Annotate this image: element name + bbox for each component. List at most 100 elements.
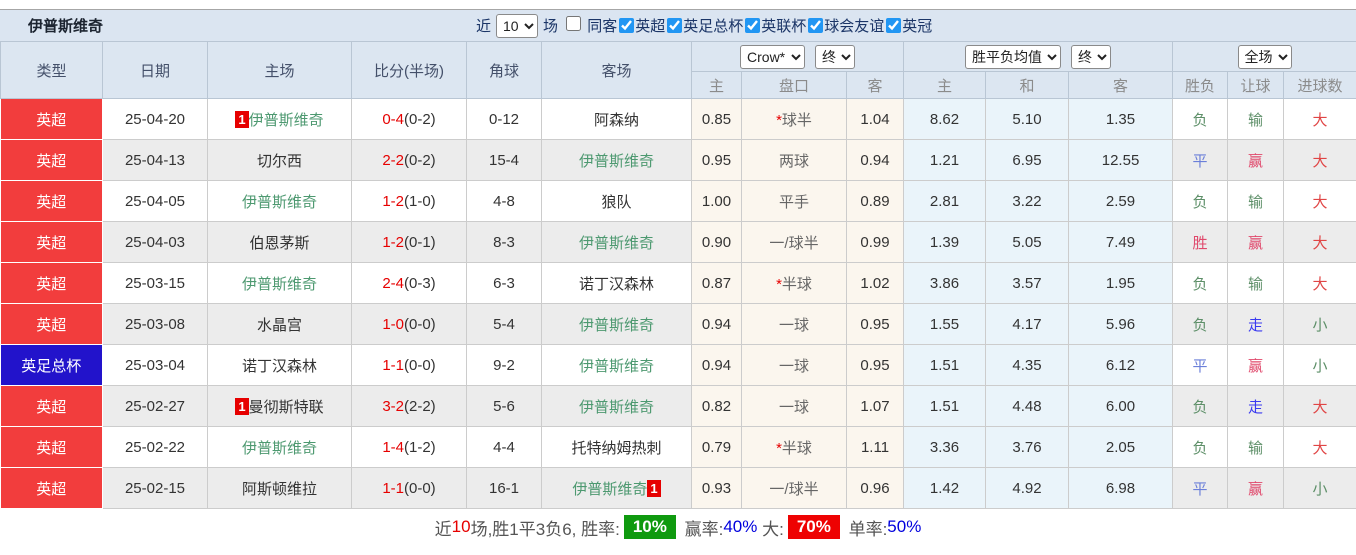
games-label: 场 (543, 15, 558, 36)
cell-handicap: *球半 (742, 99, 847, 140)
same-opponent-checkbox[interactable] (566, 16, 581, 31)
cell-result-handicap: 赢 (1228, 140, 1284, 181)
odds-time-select[interactable]: 终 (815, 45, 855, 69)
cell-odds-away: 0.95 (847, 304, 904, 345)
cell-result-handicap: 输 (1228, 427, 1284, 468)
team-name-text: 伊普斯维奇 (579, 399, 654, 416)
league-filter-1[interactable]: 英足总杯 (665, 15, 743, 36)
cell-result-handicap: 输 (1228, 99, 1284, 140)
odds-company-select[interactable]: Crow* (740, 45, 805, 69)
league-filter-4[interactable]: 英冠 (884, 15, 932, 36)
team-name-text: 伊普斯维奇 (579, 153, 654, 170)
league-filter-checkbox[interactable] (808, 18, 823, 33)
cell-corner: 15-4 (467, 140, 542, 181)
summary-segment: 10% (624, 515, 676, 539)
team-name-text: 诺丁汉森林 (579, 276, 654, 293)
recent-label: 近 (476, 15, 491, 36)
league-filter-checkbox[interactable] (619, 18, 634, 33)
halftime-score: (0-2) (404, 152, 436, 169)
league-filter-2[interactable]: 英联杯 (743, 15, 806, 36)
league-filter-checkbox[interactable] (667, 18, 682, 33)
recent-count-select[interactable]: 10 (496, 14, 538, 38)
team-name-text: 伊普斯维奇 (579, 317, 654, 334)
sub-header-handicap-result: 让球 (1228, 72, 1284, 99)
avg-group-header: 胜平负均值 终 (904, 42, 1173, 72)
same-opponent-filter[interactable]: 同客 (558, 15, 617, 36)
cell-home-team: 水晶宫 (208, 304, 352, 345)
team-name-text: 伊普斯维奇 (579, 358, 654, 375)
cell-avg-win: 1.21 (904, 140, 986, 181)
cell-score: 2-2(0-2) (352, 140, 467, 181)
same-opponent-label: 同客 (587, 18, 617, 35)
avg-time-select[interactable]: 终 (1071, 45, 1111, 69)
cell-date: 25-04-13 (103, 140, 208, 181)
cell-avg-win: 1.39 (904, 222, 986, 263)
cell-handicap: *半球 (742, 263, 847, 304)
table-row: 英超25-03-15伊普斯维奇2-4(0-3)6-3诺丁汉森林0.87*半球1.… (1, 263, 1356, 304)
result-group-header: 全场 (1173, 42, 1356, 72)
cell-result-handicap: 输 (1228, 263, 1284, 304)
halftime-score: (0-2) (404, 111, 436, 128)
team-name-text: 诺丁汉森林 (242, 358, 317, 375)
handicap-star: * (776, 276, 782, 293)
cell-score: 1-0(0-0) (352, 304, 467, 345)
cell-corner: 5-4 (467, 304, 542, 345)
cell-handicap: 平手 (742, 181, 847, 222)
cell-odds-away: 1.07 (847, 386, 904, 427)
summary-segment: 赢率: (680, 515, 723, 540)
cell-date: 25-02-15 (103, 468, 208, 509)
cell-home-team: 伊普斯维奇 (208, 181, 352, 222)
cell-date: 25-02-22 (103, 427, 208, 468)
cell-avg-draw: 4.48 (986, 386, 1069, 427)
league-filter-checkbox[interactable] (745, 18, 760, 33)
cell-result-handicap: 输 (1228, 181, 1284, 222)
cell-away-team: 伊普斯维奇 (542, 386, 692, 427)
table-row: 英超25-04-03伯恩茅斯1-2(0-1)8-3伊普斯维奇0.90一/球半0.… (1, 222, 1356, 263)
cell-avg-lose: 6.12 (1069, 345, 1173, 386)
cell-avg-draw: 3.76 (986, 427, 1069, 468)
cell-away-team: 伊普斯维奇 (542, 345, 692, 386)
league-filter-0[interactable]: 英超 (617, 15, 665, 36)
cell-handicap: 一球 (742, 386, 847, 427)
cell-date: 25-04-03 (103, 222, 208, 263)
cell-odds-home: 1.00 (692, 181, 742, 222)
cell-result-goals: 大 (1284, 222, 1356, 263)
cell-score: 3-2(2-2) (352, 386, 467, 427)
table-row: 英超25-04-05伊普斯维奇1-2(1-0)4-8狼队1.00平手0.892.… (1, 181, 1356, 222)
cell-away-team: 托特纳姆热刺 (542, 427, 692, 468)
team-name-text: 伊普斯维奇 (242, 440, 317, 457)
cell-avg-lose: 7.49 (1069, 222, 1173, 263)
cell-handicap: 一/球半 (742, 222, 847, 263)
cell-avg-win: 8.62 (904, 99, 986, 140)
sub-header-wdl: 胜负 (1173, 72, 1228, 99)
rank-badge: 1 (647, 480, 660, 497)
cell-odds-home: 0.94 (692, 304, 742, 345)
avg-metric-select[interactable]: 胜平负均值 (965, 45, 1061, 69)
cell-result-handicap: 赢 (1228, 222, 1284, 263)
cell-away-team: 伊普斯维奇 (542, 222, 692, 263)
cell-handicap: 一球 (742, 345, 847, 386)
cell-date: 25-03-08 (103, 304, 208, 345)
cell-date: 25-04-05 (103, 181, 208, 222)
summary-segment: 场,胜1平3负6, 胜率: (471, 515, 620, 540)
sub-header-goals-result: 进球数 (1284, 72, 1356, 99)
team-name-text: 阿森纳 (594, 112, 639, 129)
cell-away-team: 伊普斯维奇1 (542, 468, 692, 509)
league-filter-3[interactable]: 球会友谊 (806, 15, 884, 36)
sub-header-avg-win: 主 (904, 72, 986, 99)
table-row: 英超25-02-22伊普斯维奇1-4(1-2)4-4托特纳姆热刺0.79*半球1… (1, 427, 1356, 468)
cell-home-team: 诺丁汉森林 (208, 345, 352, 386)
league-filter-checkbox[interactable] (886, 18, 901, 33)
cell-avg-win: 1.51 (904, 345, 986, 386)
league-filter-label: 球会友谊 (824, 15, 884, 36)
cell-result-handicap: 赢 (1228, 345, 1284, 386)
cell-odds-home: 0.87 (692, 263, 742, 304)
cell-score: 1-1(0-0) (352, 468, 467, 509)
cell-result-goals: 大 (1284, 99, 1356, 140)
table-row: 英超25-02-271曼彻斯特联3-2(2-2)5-6伊普斯维奇0.82一球1.… (1, 386, 1356, 427)
table-row: 英超25-04-13切尔西2-2(0-2)15-4伊普斯维奇0.95两球0.94… (1, 140, 1356, 181)
summary-footer: 近10场,胜1平3负6, 胜率:10% 赢率:40% 大:70% 单率:50% (0, 509, 1356, 545)
match-scope-select[interactable]: 全场 (1238, 45, 1292, 69)
cell-corner: 0-12 (467, 99, 542, 140)
team-name-text: 切尔西 (257, 153, 302, 170)
